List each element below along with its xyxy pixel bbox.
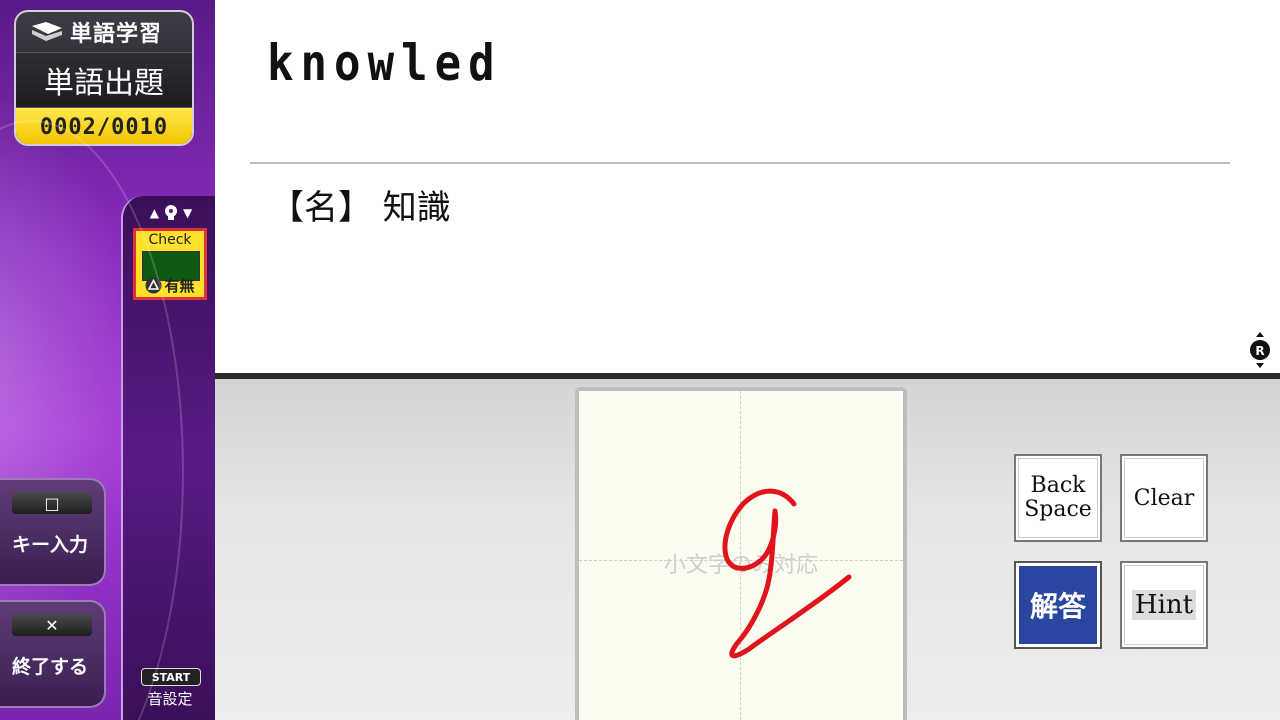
lightbulb-icon: [165, 205, 177, 220]
check-toggle-label: 有無: [164, 277, 195, 295]
cross-key-icon: ✕: [12, 614, 92, 636]
hint-button[interactable]: Hint: [1120, 561, 1208, 649]
question-counter: 0002/0010: [16, 108, 192, 144]
app-title-row: 単語学習: [16, 12, 192, 52]
handwriting-frame: 小文字のみ対応: [575, 387, 907, 720]
answer-button[interactable]: 解答: [1014, 561, 1102, 649]
backspace-button[interactable]: Back Space: [1014, 454, 1102, 542]
title-card: 単語学習 単語出題 0002/0010: [14, 10, 194, 146]
check-label: Check: [148, 232, 192, 248]
check-toggle: 有無: [136, 275, 204, 296]
sidebar: 単語学習 単語出題 0002/0010 ▲ ▼ Check 有無 START 音…: [0, 0, 215, 720]
answer-word: knowled: [267, 34, 502, 92]
backspace-label-line1: Back: [1030, 473, 1086, 498]
r-scroll-icon[interactable]: R: [1246, 330, 1274, 370]
clear-button[interactable]: Clear: [1120, 454, 1208, 542]
key-input-button[interactable]: □ キー入力: [0, 478, 106, 586]
svg-text:R: R: [1255, 344, 1264, 358]
check-indicator[interactable]: Check 有無: [133, 228, 207, 300]
start-badge: START: [141, 668, 201, 686]
mode-title: 単語出題: [16, 52, 192, 108]
word-meaning: 【名】 知識: [270, 188, 451, 228]
square-key-icon: □: [12, 492, 92, 514]
arrow-down-icon: ▼: [183, 206, 193, 220]
app-title: 単語学習: [70, 22, 163, 47]
handwritten-stroke: [722, 488, 852, 659]
key-input-label: キー入力: [11, 534, 88, 556]
book-logo-icon: [32, 22, 62, 41]
divider: [250, 162, 1230, 164]
exit-button[interactable]: ✕ 終了する: [0, 600, 106, 708]
input-area: 小文字のみ対応 Back Space Clear 解答 Hint: [215, 379, 1280, 720]
hint-label: Hint: [1131, 590, 1197, 620]
backspace-label-line2: Space: [1024, 497, 1092, 522]
exit-label: 終了する: [11, 656, 88, 678]
arrow-up-icon: ▲: [149, 206, 159, 220]
check-panel: ▲ ▼ Check 有無 START 音設定: [121, 196, 215, 720]
hint-nav[interactable]: ▲ ▼: [141, 204, 201, 222]
question-panel: knowled 【名】 知識 R: [215, 0, 1280, 373]
handwriting-canvas[interactable]: 小文字のみ対応: [579, 391, 903, 720]
triangle-button-icon: [145, 277, 162, 294]
sound-settings-label[interactable]: 音設定: [123, 688, 215, 709]
